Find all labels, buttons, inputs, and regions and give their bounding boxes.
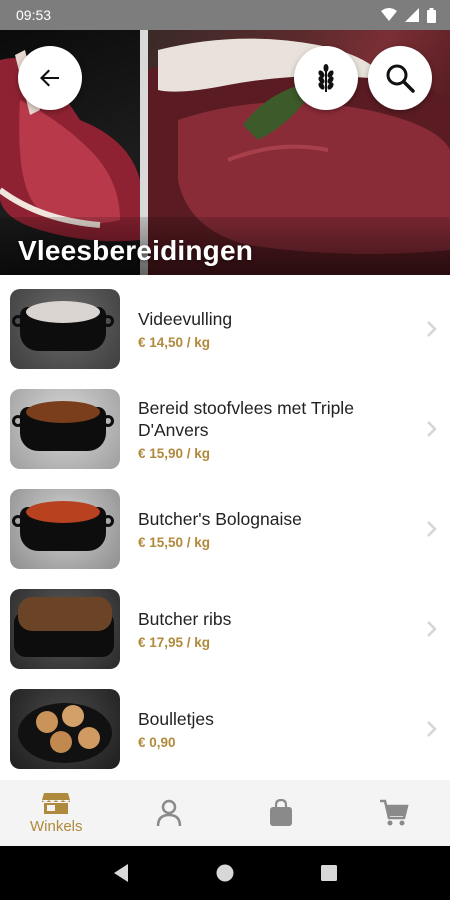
product-name: Boulletjes <box>138 709 214 729</box>
product-row[interactable]: Videevulling € 14,50 / kg <box>0 279 450 379</box>
nav-item-orders[interactable] <box>225 780 338 846</box>
status-icons <box>381 7 436 23</box>
nav-label-winkels: Winkels <box>29 818 83 835</box>
wifi-icon <box>381 8 397 21</box>
product-name: Videevulling <box>138 309 233 329</box>
battery-icon <box>427 7 436 23</box>
product-image <box>10 489 120 569</box>
product-row[interactable]: Bereid stoofvlees met Triple D'Anvers € … <box>0 379 450 479</box>
wheat-icon <box>318 64 334 92</box>
allergen-filter-button[interactable] <box>294 46 358 110</box>
product-name: Butcher's Bolognaise <box>138 509 302 529</box>
chevron-right-icon <box>427 721 437 737</box>
product-row[interactable]: Boulletjes € 0,90 <box>0 679 450 779</box>
product-list: Videevulling € 14,50 / kg Bereid stoofvl… <box>0 279 450 779</box>
nav-item-account[interactable] <box>113 780 226 846</box>
arrow-left-icon <box>40 69 59 87</box>
product-price: € 0,90 <box>138 735 176 750</box>
status-bar: 09:53 <box>0 0 450 30</box>
product-price: € 17,95 / kg <box>138 635 211 650</box>
chevron-right-icon <box>427 621 437 637</box>
search-button[interactable] <box>368 46 432 110</box>
store-icon <box>42 793 71 814</box>
system-navigation-bar <box>0 846 450 900</box>
back-triangle-icon[interactable] <box>112 863 130 883</box>
nav-item-cart[interactable] <box>338 780 450 846</box>
chevron-right-icon <box>427 421 437 437</box>
back-button[interactable] <box>18 46 82 110</box>
product-name: Bereid stoofvlees met Triple D'Anvers <box>138 398 354 440</box>
product-row[interactable]: Butcher's Bolognaise € 15,50 / kg <box>0 479 450 579</box>
shopping-bag-icon <box>270 799 293 826</box>
recents-square-icon[interactable] <box>320 864 338 882</box>
signal-icon <box>405 8 419 22</box>
search-icon <box>386 64 415 93</box>
product-image <box>10 589 120 669</box>
nav-item-winkels[interactable]: Winkels <box>0 780 113 846</box>
bottom-navigation: Winkels <box>0 780 450 846</box>
product-image <box>10 389 120 469</box>
category-hero: Vleesbereidingen <box>0 30 450 275</box>
user-icon <box>156 799 181 827</box>
page-title: Vleesbereidingen <box>18 235 254 266</box>
product-price: € 14,50 / kg <box>138 335 211 350</box>
status-time: 09:53 <box>16 7 52 23</box>
product-price: € 15,50 / kg <box>138 535 211 550</box>
chevron-right-icon <box>427 321 437 337</box>
cart-icon <box>379 799 409 826</box>
product-name: Butcher ribs <box>138 609 232 629</box>
home-circle-icon[interactable] <box>215 863 235 883</box>
product-image <box>10 689 120 769</box>
product-row[interactable]: Butcher ribs € 17,95 / kg <box>0 579 450 679</box>
product-price: € 15,90 / kg <box>138 446 211 461</box>
product-image <box>10 289 120 369</box>
chevron-right-icon <box>427 521 437 537</box>
